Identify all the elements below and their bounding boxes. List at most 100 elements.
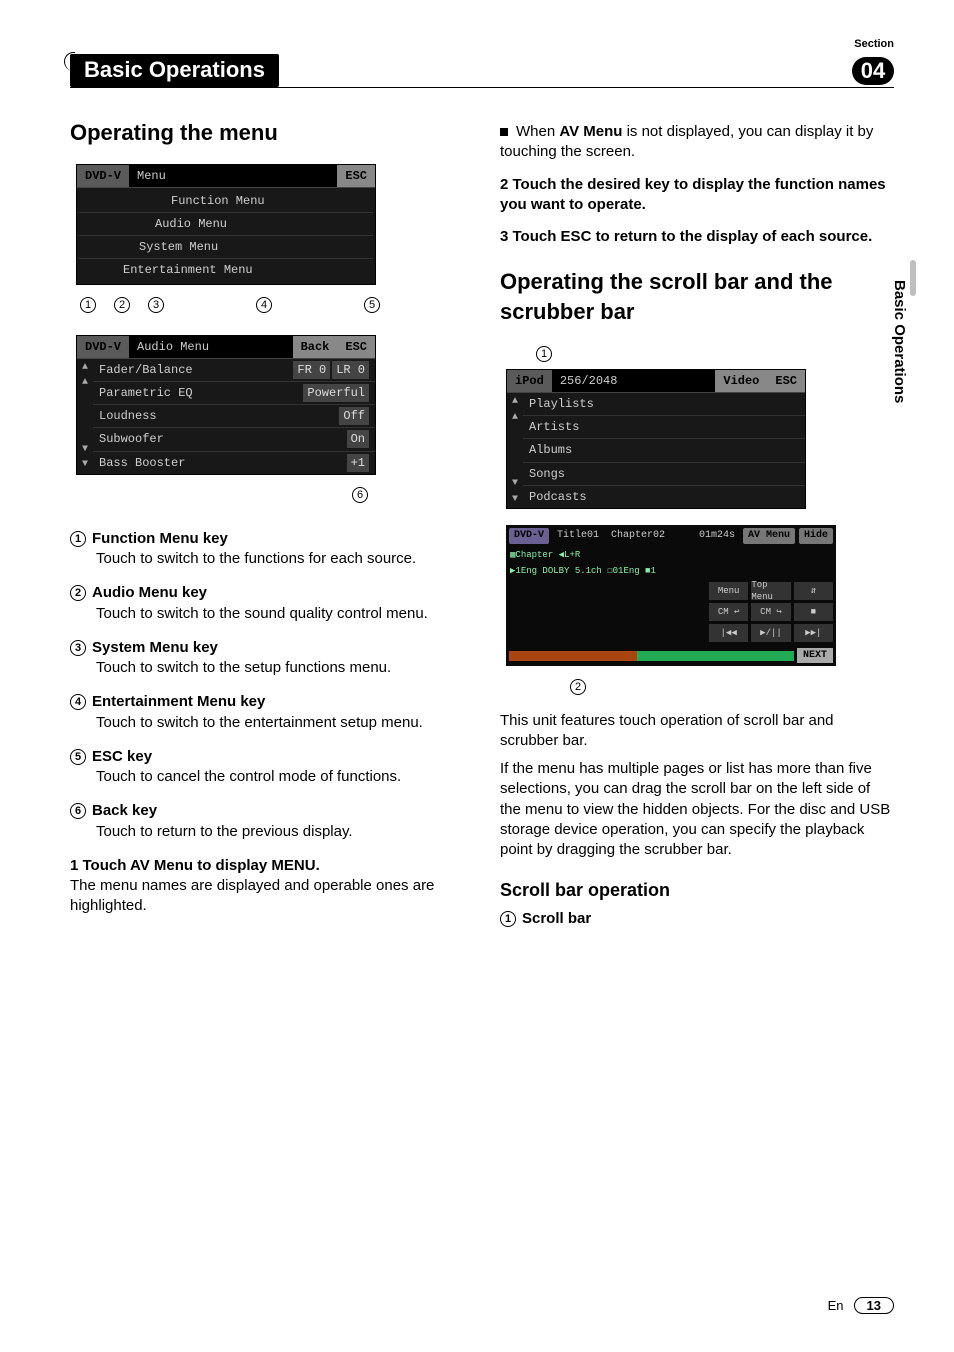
list-item[interactable]: Podcasts: [523, 486, 805, 508]
operating-menu-heading: Operating the menu: [70, 118, 464, 148]
step-1-body: The menu names are displayed and operabl…: [70, 876, 464, 917]
dvd-chapter: Chapter02: [607, 528, 669, 544]
cm-fwd-button[interactable]: CM ↪: [751, 603, 790, 621]
right-column: When AV Menu is not displayed, you can d…: [500, 118, 894, 943]
term-body: Touch to switch to the functions for eac…: [96, 549, 464, 569]
menu-screenshot: DVD-V Menu ESC Function Menu Audio Menu …: [76, 164, 376, 285]
fr-value: FR 0: [293, 361, 330, 379]
scroll-item-num: 1: [500, 911, 516, 927]
fader-balance-row[interactable]: Fader/Balance FR 0LR 0: [93, 359, 375, 382]
system-menu-item[interactable]: System Menu: [79, 236, 373, 259]
list-item[interactable]: Songs: [523, 463, 805, 486]
callout-3: 3: [148, 297, 164, 313]
term-num: 4: [70, 694, 86, 710]
top-menu-button[interactable]: Top Menu: [751, 582, 790, 600]
callout-4: 4: [256, 297, 272, 313]
function-menu-item[interactable]: Function Menu: [79, 190, 373, 213]
page-footer: En 13: [828, 1297, 894, 1314]
callout-6: 6: [352, 487, 368, 503]
term-body: Touch to switch to the entertainment set…: [96, 713, 464, 733]
ipod-tab[interactable]: iPod: [507, 370, 552, 392]
scroll-intro-2: If the menu has multiple pages or list h…: [500, 759, 894, 860]
scroll-down-icon[interactable]: ▼: [82, 443, 88, 457]
loudness-value: Off: [339, 407, 369, 425]
prev-button[interactable]: |◀◀: [709, 624, 748, 642]
section-number-badge: 04: [852, 57, 894, 85]
source-tab-2[interactable]: DVD-V: [77, 336, 129, 358]
row-label: Subwoofer: [99, 431, 164, 447]
term-num: 6: [70, 803, 86, 819]
nav-button[interactable]: ⇵: [794, 582, 833, 600]
esc-button-2[interactable]: ESC: [337, 336, 375, 358]
audio-menu-screenshot: DVD-V Audio Menu Back ESC ▲ ▲ ▼ ▼ Fader/…: [76, 335, 376, 475]
play-pause-button[interactable]: ▶/||: [751, 624, 790, 642]
side-tab-indicator: [910, 260, 916, 296]
term-body: Touch to return to the previous display.: [96, 822, 464, 842]
bass-value: +1: [347, 454, 369, 472]
term-title: Entertainment Menu key: [92, 693, 265, 710]
hide-button[interactable]: Hide: [799, 528, 833, 544]
menu-callouts: 1 2 3 4 5: [80, 297, 380, 313]
scroll-down-icon[interactable]: ▼: [512, 477, 518, 491]
audio-menu-item[interactable]: Audio Menu: [79, 213, 373, 236]
term-num: 3: [70, 640, 86, 656]
scroll-down-icon-2[interactable]: ▼: [512, 493, 518, 507]
esc-button[interactable]: ESC: [337, 165, 375, 187]
scrubber-bar[interactable]: [509, 651, 794, 661]
next-track-button[interactable]: ▶▶|: [794, 624, 833, 642]
subwoofer-value: On: [347, 430, 369, 448]
term-title: ESC key: [92, 748, 152, 765]
video-button[interactable]: Video: [715, 370, 767, 392]
loudness-row[interactable]: Loudness Off: [93, 405, 375, 428]
parametric-eq-row[interactable]: Parametric EQ Powerful: [93, 382, 375, 405]
callout-1: 1: [80, 297, 96, 313]
lr-value: LR 0: [332, 361, 369, 379]
term-title: System Menu key: [92, 639, 218, 656]
scroll-up-icon-2[interactable]: ▲: [82, 376, 88, 390]
page-number: 13: [854, 1297, 894, 1314]
callout-1-right: 1: [536, 346, 552, 362]
list-item[interactable]: Playlists: [523, 393, 805, 416]
avmenu-button[interactable]: AV Menu: [743, 528, 795, 544]
entertainment-menu-item[interactable]: Entertainment Menu: [79, 259, 373, 281]
stop-button[interactable]: ■: [794, 603, 833, 621]
footer-lang: En: [828, 1298, 844, 1313]
step-3: 3 Touch ESC to return to the display of …: [500, 227, 894, 247]
next-button[interactable]: NEXT: [797, 648, 833, 664]
term-num: 2: [70, 585, 86, 601]
subwoofer-row[interactable]: Subwoofer On: [93, 428, 375, 451]
back-button[interactable]: Back: [293, 336, 338, 358]
step-1-head: 1 Touch AV Menu to display MENU.: [70, 856, 464, 876]
dvd-screenshot: DVD-V Title01 Chapter02 01m24s AV Menu H…: [506, 525, 836, 666]
section-title: Basic Operations: [70, 54, 279, 87]
menu-tab[interactable]: Menu: [129, 165, 337, 187]
dvd-source[interactable]: DVD-V: [509, 528, 549, 544]
scroll-up-icon[interactable]: ▲: [82, 361, 88, 375]
scroll-bar[interactable]: ▲ ▲ ▼ ▼: [507, 393, 523, 508]
ipod-counter: 256/2048: [552, 370, 716, 392]
scroll-rail[interactable]: ▲ ▲ ▼ ▼: [77, 359, 93, 474]
left-column: Operating the menu DVD-V Menu ESC Functi…: [70, 118, 464, 943]
scroll-down-icon-2[interactable]: ▼: [82, 458, 88, 472]
row-label: Loudness: [99, 408, 157, 424]
scroll-up-icon-2[interactable]: ▲: [512, 411, 518, 425]
row-label: Parametric EQ: [99, 385, 193, 401]
menu-button[interactable]: Menu: [709, 582, 748, 600]
source-tab[interactable]: DVD-V: [77, 165, 129, 187]
dvd-chapter-line: ▦Chapter ◀L+R: [506, 547, 836, 563]
list-item[interactable]: Artists: [523, 416, 805, 439]
step-2: 2 Touch the desired key to display the f…: [500, 175, 894, 216]
note-bold: AV Menu: [559, 123, 622, 140]
section-label: Section: [854, 38, 894, 50]
bullet-icon: [500, 128, 508, 136]
cm-back-button[interactable]: CM ↩: [709, 603, 748, 621]
key-definitions: 1Function Menu keyTouch to switch to the…: [70, 529, 464, 842]
esc-button-3[interactable]: ESC: [767, 370, 805, 392]
callout-2-right: 2: [570, 679, 586, 695]
scroll-up-icon[interactable]: ▲: [512, 395, 518, 409]
row-label: Fader/Balance: [99, 362, 193, 378]
list-item[interactable]: Albums: [523, 439, 805, 462]
term-title: Audio Menu key: [92, 584, 207, 601]
bass-booster-row[interactable]: Bass Booster +1: [93, 452, 375, 474]
term-body: Touch to cancel the control mode of func…: [96, 767, 464, 787]
